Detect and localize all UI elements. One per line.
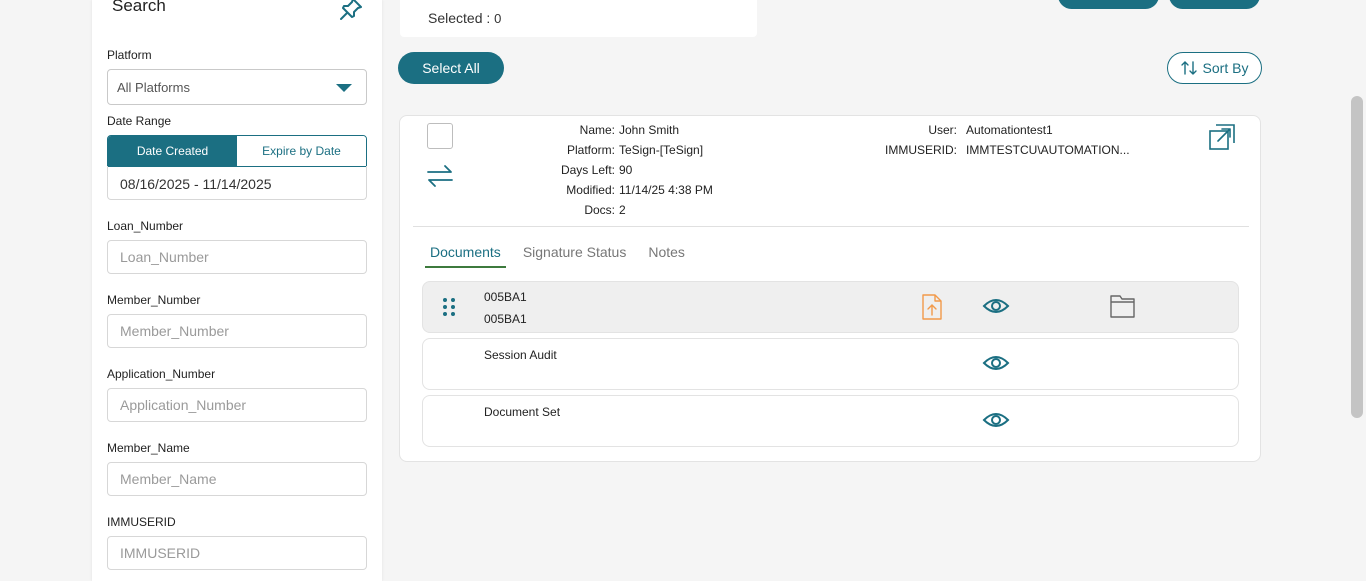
date-range-toggle: Date Created Expire by Date: [107, 135, 367, 167]
platform-label: Platform: [107, 48, 152, 62]
sort-icon: [1180, 61, 1197, 75]
expire-by-date-toggle[interactable]: Expire by Date: [237, 136, 366, 166]
document-name: Session Audit: [484, 348, 557, 362]
member-number-input[interactable]: [107, 314, 367, 348]
card-divider: [413, 226, 1249, 227]
member-number-label: Member_Number: [107, 293, 201, 307]
info-platform-label: Platform:: [566, 143, 615, 157]
record-card: Name: John Smith Platform: TeSign-[TeSig…: [399, 115, 1261, 462]
info-name-value: John Smith: [619, 123, 680, 137]
tab-notes[interactable]: Notes: [643, 236, 690, 268]
upload-file-icon[interactable]: [921, 293, 943, 321]
document-row[interactable]: Session Audit: [422, 338, 1239, 390]
selected-panel: Selected : 0: [400, 0, 757, 37]
info-immuserid-label: IMMUSERID:: [885, 143, 957, 157]
folder-icon[interactable]: [1109, 293, 1136, 319]
info-modified-label: Modified:: [566, 183, 615, 197]
document-row[interactable]: Document Set: [422, 395, 1239, 447]
date-range-label: Date Range: [107, 114, 172, 128]
info-modified-value: 11/14/25 4:38 PM: [619, 183, 713, 197]
immuserid-label: IMMUSERID: [107, 515, 176, 529]
info-name-label: Name:: [579, 123, 615, 137]
immuserid-input[interactable]: [107, 536, 367, 570]
info-docs-value: 2: [619, 203, 626, 217]
top-action-button-1[interactable]: [1058, 0, 1159, 9]
platform-select-value: All Platforms: [117, 80, 190, 95]
info-days-left-value: 90: [619, 163, 633, 177]
sort-by-label: Sort By: [1202, 60, 1249, 76]
info-user-label: User:: [928, 123, 957, 137]
info-immuserid-value: IMMTESTCU\AUTOMATION...: [966, 143, 1130, 157]
record-checkbox[interactable]: [427, 123, 453, 149]
page-scrollbar[interactable]: [1349, 0, 1366, 581]
sort-by-button[interactable]: Sort By: [1167, 52, 1262, 84]
scrollbar-thumb[interactable]: [1351, 96, 1363, 418]
tab-signature-status[interactable]: Signature Status: [518, 236, 632, 268]
info-platform-value: TeSign-[TeSign]: [619, 143, 704, 157]
search-sidebar: Search Platform All Platforms Date Range…: [92, 0, 382, 581]
eye-icon[interactable]: [982, 353, 1010, 373]
selected-label-text: Selected :: [428, 10, 495, 26]
top-action-button-2[interactable]: [1169, 0, 1260, 9]
pin-icon[interactable]: [338, 0, 364, 22]
application-number-input[interactable]: [107, 388, 367, 422]
loan-number-label: Loan_Number: [107, 219, 184, 233]
chevron-down-icon: [336, 84, 352, 92]
info-docs-label: Docs:: [584, 203, 615, 217]
date-range-input[interactable]: 08/16/2025 - 11/14/2025: [107, 166, 367, 200]
loan-number-input[interactable]: [107, 240, 367, 274]
platform-select[interactable]: All Platforms: [107, 69, 367, 105]
open-external-icon[interactable]: [1208, 123, 1236, 151]
eye-icon[interactable]: [982, 410, 1010, 430]
tab-documents[interactable]: Documents: [425, 236, 506, 268]
document-subname: 005BA1: [484, 312, 527, 326]
select-all-button[interactable]: Select All: [398, 52, 504, 84]
document-row[interactable]: 005BA1 005BA1: [422, 281, 1239, 333]
member-name-label: Member_Name: [107, 441, 190, 455]
info-days-left-label: Days Left:: [560, 163, 615, 177]
eye-icon[interactable]: [982, 296, 1010, 316]
swap-arrows-icon[interactable]: [426, 164, 454, 188]
record-tabs: Documents Signature Status Notes: [425, 236, 702, 268]
selected-label: Selected : 0: [428, 10, 501, 26]
member-name-input[interactable]: [107, 462, 367, 496]
drag-handle-icon[interactable]: [442, 297, 456, 317]
application-number-label: Application_Number: [107, 367, 216, 381]
date-created-toggle[interactable]: Date Created: [108, 136, 237, 166]
document-name: Document Set: [484, 405, 561, 419]
document-name: 005BA1: [484, 290, 527, 304]
selected-count: 0: [494, 11, 502, 26]
info-user-value: Automationtest1: [966, 123, 1053, 137]
sidebar-title: Search: [112, 0, 166, 15]
